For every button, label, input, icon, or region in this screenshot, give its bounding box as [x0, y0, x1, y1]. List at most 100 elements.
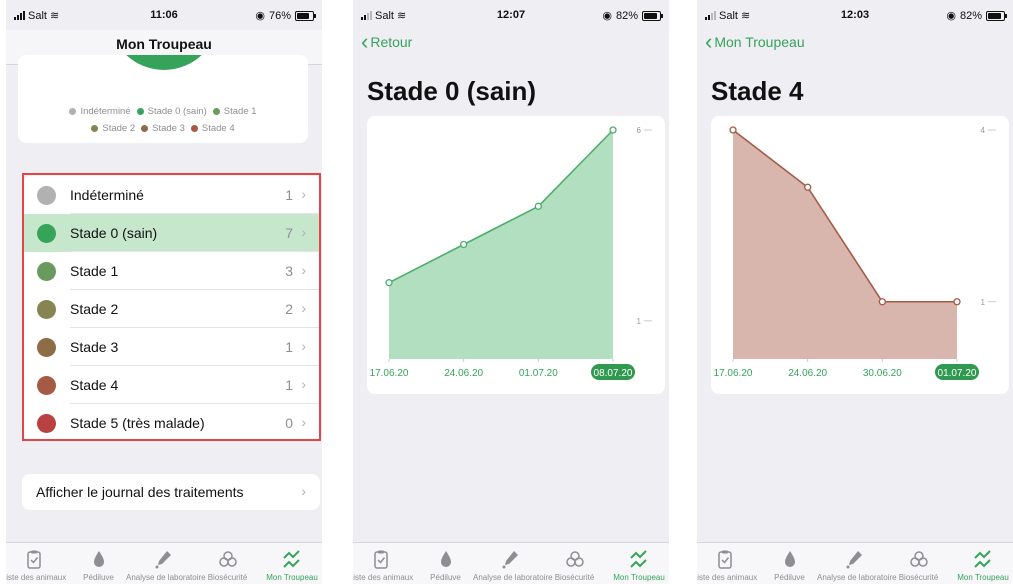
tab-label: Pédiluve: [430, 573, 461, 582]
legend-label: Stade 0 (sain): [147, 106, 207, 117]
back-label: Retour: [370, 34, 413, 50]
chevron-right-icon: ›: [301, 224, 306, 240]
back-button[interactable]: ‹ Retour: [361, 31, 413, 53]
stage-4-detail-screen: Salt ≋ 12:03 ◉ 82% ‹ Mon Troupeau Stade 4 1…: [697, 0, 1013, 584]
legend-dot: [190, 124, 198, 132]
chevron-right-icon: ›: [301, 483, 306, 499]
pie-chart: [126, 55, 202, 70]
stage-count: 0: [285, 415, 293, 431]
legend-item: Stade 0 (sain): [136, 103, 207, 120]
tab-label: Mon Troupeau: [957, 573, 1009, 582]
stage-count: 1: [285, 377, 293, 393]
data-point: [953, 298, 961, 306]
x-tick-label: 08.07.20: [594, 368, 633, 379]
stage-color-dot: [37, 338, 56, 357]
clipboard-check-icon: [27, 550, 41, 569]
battery-icon: [295, 10, 316, 21]
stage-label: Stade 0 (sain): [70, 225, 158, 241]
stage-label: Stade 3: [70, 339, 119, 355]
y-tick-label: 6: [637, 126, 642, 135]
tab-pipette[interactable]: Analyse de laboratoire: [473, 543, 553, 584]
chevron-right-icon: ›: [301, 338, 306, 354]
page-title: Stade 0 (sain): [367, 76, 537, 106]
legend-item: Stade 4: [190, 120, 235, 137]
tab-trend-chart[interactable]: Mon Troupeau: [952, 543, 1013, 584]
clipboard-check-icon: [374, 550, 388, 569]
x-tick-label: 24.06.20: [788, 368, 827, 379]
tab-drop[interactable]: Pédiluve: [415, 543, 477, 584]
chevron-right-icon: ›: [301, 186, 306, 202]
legend-label: Stade 3: [152, 123, 185, 134]
tab-label: Analyse de laboratoire: [126, 573, 206, 582]
pipette-icon: [155, 551, 171, 569]
stage-row[interactable]: Stade 3 1 ›: [24, 328, 320, 366]
trend-chart-icon: [630, 550, 647, 568]
stage-row[interactable]: Indéterminé 1 ›: [24, 176, 320, 214]
stage-list: Indéterminé 1 › Stade 0 (sain) 7 › Stade 1 3 › St…: [24, 176, 320, 440]
chevron-right-icon: ›: [301, 300, 306, 316]
battery-icon: [642, 10, 663, 21]
pipette-icon: [502, 551, 518, 569]
tab-clipboard-check[interactable]: Liste des animaux: [697, 543, 757, 584]
tab-biohazard[interactable]: Biosécurité: [888, 543, 950, 584]
biohazard-icon: [565, 551, 584, 567]
tab-clipboard-check[interactable]: Liste des animaux: [6, 543, 66, 584]
data-point: [385, 279, 393, 287]
status-bar: Salt ≋ 12:07 ◉ 82%: [353, 0, 669, 30]
chevron-right-icon: ›: [301, 262, 306, 278]
stage-label: Stade 2: [70, 301, 119, 317]
x-tick-label: 30.06.20: [863, 368, 902, 379]
stage-count: 1: [285, 187, 293, 203]
treatment-journal-button[interactable]: Afficher le journal des traitements ›: [22, 474, 320, 510]
legend-item: Stade 1: [212, 103, 257, 120]
stage-row[interactable]: Stade 1 3 ›: [24, 252, 320, 290]
tab-bar: Liste des animaux Pédiluve Analyse de labo…: [697, 542, 1013, 584]
data-point: [878, 298, 886, 306]
alarm-icon: ◉: [946, 10, 956, 22]
chevron-right-icon: ›: [301, 414, 306, 430]
stage-row[interactable]: Stade 5 (très malade) 0 ›: [24, 404, 320, 440]
tab-pipette[interactable]: Analyse de laboratoire: [817, 543, 897, 584]
legend-label: Stade 1: [223, 106, 257, 117]
tab-label: Pédiluve: [83, 573, 114, 582]
biohazard-icon: [909, 551, 928, 567]
stage-0-detail-screen: Salt ≋ 12:07 ◉ 82% ‹ Retour Stade 0 (sain) …: [353, 0, 669, 584]
x-tick-label: 01.07.20: [938, 368, 977, 379]
tab-trend-chart[interactable]: Mon Troupeau: [261, 543, 322, 584]
stage-label: Stade 5 (très malade): [70, 415, 205, 431]
pipette-icon: [846, 551, 862, 569]
legend-label: Stade 4: [201, 123, 235, 134]
y-tick-label: 4: [981, 126, 986, 135]
x-tick-label: 24.06.20: [444, 368, 483, 379]
battery-percent: 82%: [959, 9, 982, 22]
tab-biohazard[interactable]: Biosécurité: [544, 543, 606, 584]
stage-row[interactable]: Stade 0 (sain) 7 ›: [24, 214, 320, 252]
legend-dot: [136, 107, 144, 115]
x-tick-label: 17.06.20: [370, 368, 409, 379]
tab-drop[interactable]: Pédiluve: [759, 543, 821, 584]
y-tick-label: 1: [637, 317, 642, 326]
tab-bar: Liste des animaux Pédiluve Analyse de labo…: [353, 542, 669, 584]
stage-row[interactable]: Stade 4 1 ›: [24, 366, 320, 404]
stage-color-dot: [37, 262, 56, 281]
stage-label: Stade 4: [70, 377, 119, 393]
chart-card: 1 4 17.06.20 24.06.20 30.06.20 01.07.20: [711, 116, 1009, 394]
drop-icon: [440, 551, 451, 567]
tab-label: Analyse de laboratoire: [817, 573, 897, 582]
tab-drop[interactable]: Pédiluve: [68, 543, 130, 584]
stage-color-dot: [37, 224, 56, 243]
page-title: Stade 4: [711, 76, 804, 106]
back-button[interactable]: ‹ Mon Troupeau: [705, 31, 805, 53]
treatment-journal-label: Afficher le journal des traitements: [36, 484, 244, 500]
tab-biohazard[interactable]: Biosécurité: [197, 543, 259, 584]
x-tick-label: 17.06.20: [714, 368, 753, 379]
tab-clipboard-check[interactable]: Liste des animaux: [353, 543, 413, 584]
data-point: [609, 126, 617, 134]
pie-legend: Indéterminé Stade 0 (sain) Stade 1 Stade 2 S…: [18, 103, 308, 137]
tab-trend-chart[interactable]: Mon Troupeau: [608, 543, 669, 584]
stage-row[interactable]: Stade 2 2 ›: [24, 290, 320, 328]
chevron-right-icon: ›: [301, 376, 306, 392]
battery-percent: 82%: [615, 9, 638, 22]
tab-pipette[interactable]: Analyse de laboratoire: [126, 543, 206, 584]
stage-count: 3: [285, 263, 293, 279]
